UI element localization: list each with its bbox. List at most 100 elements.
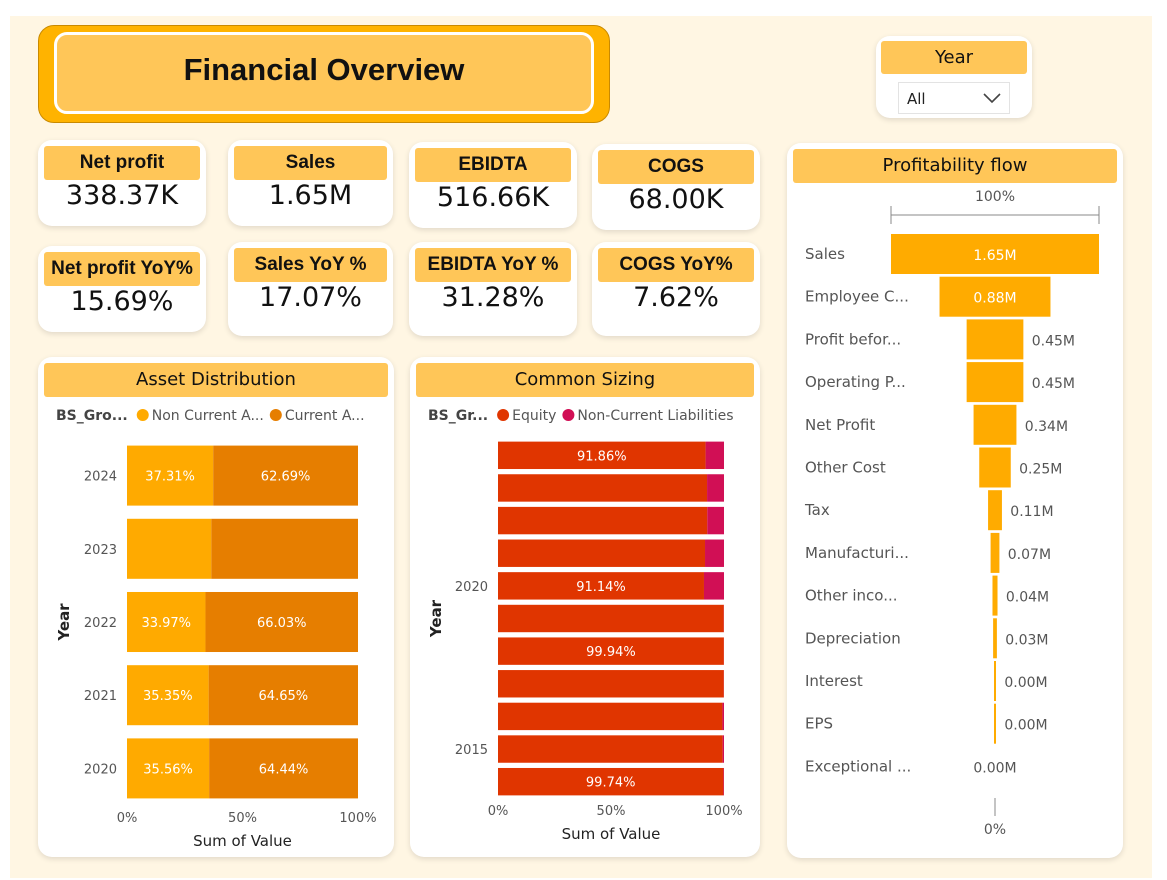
funnel-data-label: 0.45M (1032, 376, 1075, 392)
x-axis-title: Sum of Value (193, 832, 292, 850)
bar-segment (707, 506, 724, 535)
year-dropdown-value: All (907, 90, 926, 108)
funnel-data-label: 0.00M (1004, 718, 1047, 734)
profitability-flow-chart: 100% Sales 1.65M Employee C... 0.88M Profit b… (804, 189, 1100, 838)
funnel-data-label: 0.88M (973, 291, 1016, 307)
funnel-bar (966, 362, 1024, 403)
data-label: 35.35% (143, 689, 193, 704)
funnel-data-label: 0.11M (1010, 504, 1053, 520)
funnel-data-label: 0.45M (1032, 333, 1075, 349)
bar-segment (498, 702, 723, 731)
kpi-value: 7.62% (633, 282, 719, 313)
legend-entry: Equity (512, 408, 556, 424)
kpi-value: 1.65M (268, 180, 353, 211)
x-tick-label: 0% (117, 811, 138, 826)
funnel-data-label: 1.65M (973, 248, 1016, 264)
bar-segment (498, 474, 708, 502)
data-label: 91.86% (577, 449, 627, 464)
funnel-bar (994, 661, 996, 701)
data-label: 64.65% (259, 689, 309, 704)
funnel-data-label: 0.07M (1008, 547, 1051, 563)
funnel-bar (988, 490, 1002, 531)
x-tick-label: 50% (228, 811, 257, 826)
data-label: 66.03% (257, 616, 307, 631)
data-label: 91.14% (576, 580, 626, 595)
data-label: 64.44% (259, 762, 309, 777)
bar-segment (498, 670, 724, 698)
funnel-category-label: Other Cost (805, 459, 886, 477)
legend-marker (562, 409, 575, 421)
legend-title: BS_Gr... (428, 408, 488, 424)
legend-title: BS_Gro... (56, 408, 128, 424)
legend-marker (136, 409, 149, 421)
funnel-category-label: Sales (805, 245, 845, 263)
kpi-card-sales-yoy: Sales YoY % 17.07% (228, 242, 393, 336)
funnel-category-label: Interest (805, 672, 863, 690)
funnel-bar (979, 447, 1011, 488)
kpi-label: COGS YoY% (598, 248, 754, 282)
x-axis-title: Sum of Value (562, 825, 661, 843)
funnel-category-label: EPS (805, 715, 833, 733)
y-tick-label: 2021 (84, 689, 117, 704)
data-label: 37.31% (145, 470, 195, 485)
kpi-card-sales: Sales 1.65M (228, 140, 393, 226)
bar-segment (722, 702, 724, 731)
kpi-label: COGS (598, 150, 754, 184)
bar-segment (723, 767, 724, 796)
kpi-label: Net profit (44, 146, 200, 180)
x-tick-label: 0% (488, 804, 509, 819)
y-tick-label: 2022 (84, 616, 117, 631)
data-label: 99.74% (586, 776, 636, 791)
funnel-bar (993, 618, 997, 659)
y-axis-title: Year (55, 603, 73, 642)
year-slicer: Year All (876, 36, 1032, 118)
data-label: 33.97% (141, 616, 191, 631)
kpi-value: 516.66K (436, 182, 550, 213)
bar-segment (498, 539, 706, 567)
funnel-bar (973, 404, 1017, 445)
kpi-card-ebidta: EBIDTA 516.66K (409, 142, 577, 228)
bar-segment (498, 735, 723, 763)
funnel-category-label: Profit befor... (805, 330, 901, 348)
legend-entry: Current A... (285, 408, 365, 424)
funnel-category-label: Operating P... (805, 373, 906, 391)
kpi-label: Sales YoY % (234, 248, 387, 282)
x-tick-label: 100% (339, 811, 376, 826)
funnel-data-label: 0.00M (973, 760, 1016, 776)
bar-segment (703, 572, 724, 600)
y-tick-label: 2020 (455, 580, 488, 595)
kpi-card-net-profit-yoy: Net profit YoY% 15.69% (38, 246, 206, 332)
funnel-category-label: Tax (804, 501, 830, 519)
asset-distribution-chart: BS_Gro... Non Current A... Current A... 37.… (55, 408, 377, 850)
bar-segment (707, 474, 724, 502)
funnel-category-label: Exceptional ... (805, 757, 911, 775)
bar-segment (127, 518, 212, 579)
kpi-card-cogs-yoy: COGS YoY% 7.62% (592, 242, 760, 336)
title-banner: Financial Overview (38, 25, 610, 123)
kpi-value: 31.28% (441, 282, 545, 313)
x-tick-label: 50% (597, 804, 626, 819)
funnel-data-label: 0.00M (1004, 675, 1047, 691)
funnel-data-label: 0.04M (1006, 590, 1049, 606)
y-tick-label: 2020 (84, 762, 117, 777)
funnel-data-label: 0.25M (1019, 462, 1062, 478)
year-slicer-label: Year (934, 47, 974, 68)
year-dropdown[interactable]: All (898, 82, 1010, 114)
y-tick-label: 2015 (455, 743, 488, 758)
bar-segment (705, 539, 724, 567)
funnel-bar (966, 319, 1024, 360)
legend-marker (269, 409, 282, 421)
bar-segment (498, 604, 724, 633)
page-title: Financial Overview (183, 52, 465, 87)
kpi-card-cogs: COGS 68.00K (592, 144, 760, 230)
funnel-category-label: Other inco... (805, 587, 898, 605)
kpi-value: 17.07% (259, 282, 362, 313)
bar-segment (722, 735, 724, 763)
kpi-label: Net profit YoY% (44, 252, 200, 286)
funnel-bar (990, 532, 1000, 573)
year-slicer-header: Year (881, 41, 1027, 74)
kpi-value: 338.37K (65, 180, 179, 211)
bar-segment (498, 506, 708, 535)
legend-entry: Non Current A... (152, 408, 264, 424)
data-label: 99.94% (586, 645, 636, 660)
